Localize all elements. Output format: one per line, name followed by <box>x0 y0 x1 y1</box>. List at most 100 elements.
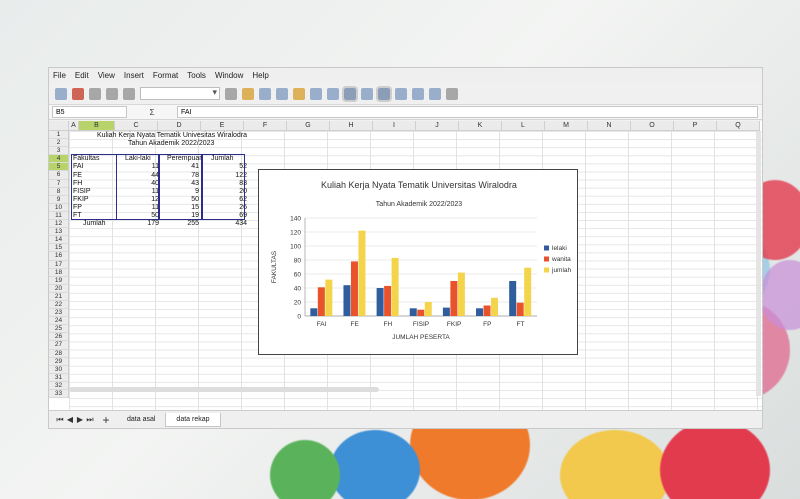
column-header[interactable]: A <box>69 121 79 130</box>
row-header[interactable]: 32 <box>49 382 68 390</box>
name-box[interactable]: B5 <box>52 106 127 118</box>
row-header[interactable]: 7 <box>49 180 68 188</box>
column-header[interactable]: L <box>502 121 545 130</box>
row-header[interactable]: 13 <box>49 228 68 237</box>
row-header[interactable]: 23 <box>49 309 68 318</box>
chart-legend-icon[interactable] <box>310 87 322 100</box>
chart-title-icon[interactable] <box>293 87 305 100</box>
add-sheet-icon[interactable]: + <box>101 413 111 427</box>
chart-axes-icon[interactable] <box>327 87 339 100</box>
sheet-subtitle: Tahun Akademik 2022/2023 <box>128 140 215 147</box>
row-header[interactable]: 33 <box>49 390 68 399</box>
menu-window[interactable]: Window <box>215 71 243 80</box>
horizontal-grid-icon[interactable] <box>376 85 392 102</box>
row-header[interactable]: 8 <box>49 188 68 196</box>
tab-data-asal[interactable]: data asal <box>117 413 165 427</box>
undo-icon[interactable] <box>106 87 118 100</box>
row-header[interactable]: 9 <box>49 196 68 204</box>
row-header[interactable]: 25 <box>49 325 68 334</box>
total-label-cell: Jumlah <box>83 220 106 228</box>
row-header[interactable]: 15 <box>49 244 68 253</box>
menu-insert[interactable]: Insert <box>124 71 144 80</box>
column-header[interactable]: I <box>373 121 416 130</box>
row-header[interactable]: 26 <box>49 333 68 342</box>
row-header[interactable]: 31 <box>49 374 68 382</box>
sheet-grid[interactable]: ABCDEFGHIJKLMNOPQ 1 2 3 4 5 6 7 8 9 10 11 12 13 14 15 1… <box>49 121 762 411</box>
menu-file[interactable]: File <box>53 71 66 80</box>
bar-jumlah-fisip <box>424 302 432 316</box>
chart-element-icon[interactable] <box>429 87 441 100</box>
row-header[interactable]: 5 <box>49 163 68 172</box>
row-header[interactable]: 12 <box>49 220 68 229</box>
row-header[interactable]: 21 <box>49 293 68 301</box>
row-header[interactable]: 24 <box>49 317 68 326</box>
format-selection-icon[interactable] <box>446 87 458 100</box>
column-header[interactable]: J <box>416 121 459 130</box>
last-sheet-icon[interactable]: ⏭ <box>85 415 95 425</box>
chart-type-icon[interactable] <box>242 87 254 100</box>
column-header[interactable]: G <box>287 121 330 130</box>
horizontal-scrollbar[interactable] <box>69 387 379 392</box>
tab-data-rekap[interactable]: data rekap <box>165 412 221 427</box>
row-header[interactable]: 29 <box>49 358 68 366</box>
menu-edit[interactable]: Edit <box>75 71 89 80</box>
chart-subtitle: Tahun Akademik 2022/2023 <box>376 201 463 208</box>
column-header[interactable]: B <box>79 121 115 130</box>
export-pdf-icon[interactable] <box>72 87 84 100</box>
menu-help[interactable]: Help <box>252 71 268 80</box>
next-sheet-icon[interactable]: ▶ <box>75 415 85 424</box>
prev-sheet-icon[interactable]: ◀ <box>65 415 75 424</box>
vertical-scrollbar[interactable] <box>756 131 761 396</box>
row-header[interactable]: 1 <box>49 131 68 140</box>
column-header[interactable]: H <box>330 121 373 130</box>
row-header[interactable]: 28 <box>49 350 68 358</box>
menu-format[interactable]: Format <box>153 71 178 80</box>
save-icon[interactable] <box>55 87 67 100</box>
first-sheet-icon[interactable]: ⏮ <box>55 415 65 425</box>
font-name-combo[interactable] <box>140 87 220 100</box>
menu-view[interactable]: View <box>98 71 115 80</box>
row-header[interactable]: 16 <box>49 252 68 261</box>
row-header[interactable]: 4 <box>49 155 68 164</box>
automatic-layout-icon[interactable] <box>412 87 424 100</box>
column-header[interactable]: O <box>631 121 674 130</box>
column-header[interactable]: N <box>588 121 631 130</box>
row-header[interactable]: 17 <box>49 261 68 269</box>
row-header[interactable]: 30 <box>49 366 68 374</box>
row-header[interactable]: 18 <box>49 269 68 277</box>
select-all-corner[interactable] <box>49 121 69 130</box>
scale-text-icon[interactable] <box>361 87 373 100</box>
column-header[interactable]: C <box>115 121 158 130</box>
column-header[interactable]: K <box>459 121 502 130</box>
formula-input[interactable]: FAI <box>177 106 758 118</box>
column-header[interactable]: F <box>244 121 287 130</box>
row-header[interactable]: 20 <box>49 285 68 293</box>
chart-data-table-icon[interactable] <box>259 87 271 100</box>
function-wizard-icon[interactable]: Σ <box>127 108 177 117</box>
y-tick-label: 20 <box>294 300 302 307</box>
row-header[interactable]: 14 <box>49 236 68 245</box>
menu-tools[interactable]: Tools <box>187 71 206 80</box>
legend-toggle-icon[interactable] <box>342 85 358 102</box>
column-header[interactable]: E <box>201 121 244 130</box>
redo-icon[interactable] <box>123 87 135 100</box>
cell-area[interactable]: Kuliah Kerja Nyata Tematik Univesitas Wi… <box>69 131 762 411</box>
column-header[interactable]: P <box>674 121 717 130</box>
column-header[interactable]: M <box>545 121 588 130</box>
bar-wanita-fisip <box>417 309 425 316</box>
chart-area-icon[interactable] <box>225 87 237 100</box>
column-header[interactable]: Q <box>717 121 760 130</box>
row-header[interactable]: 6 <box>49 171 68 180</box>
row-header[interactable]: 2 <box>49 139 68 148</box>
row-header[interactable]: 27 <box>49 341 68 350</box>
row-header[interactable]: 22 <box>49 301 68 310</box>
print-icon[interactable] <box>89 87 101 100</box>
chart-data-range-icon[interactable] <box>276 87 288 100</box>
row-header[interactable]: 3 <box>49 147 68 156</box>
vertical-grid-icon[interactable] <box>395 87 407 100</box>
bar-chart[interactable]: Kuliah Kerja Nyata Tematik Universitas W… <box>258 169 578 355</box>
row-header[interactable]: 11 <box>49 212 68 221</box>
row-header[interactable]: 10 <box>49 204 68 212</box>
column-header[interactable]: D <box>158 121 201 130</box>
row-header[interactable]: 19 <box>49 277 68 285</box>
